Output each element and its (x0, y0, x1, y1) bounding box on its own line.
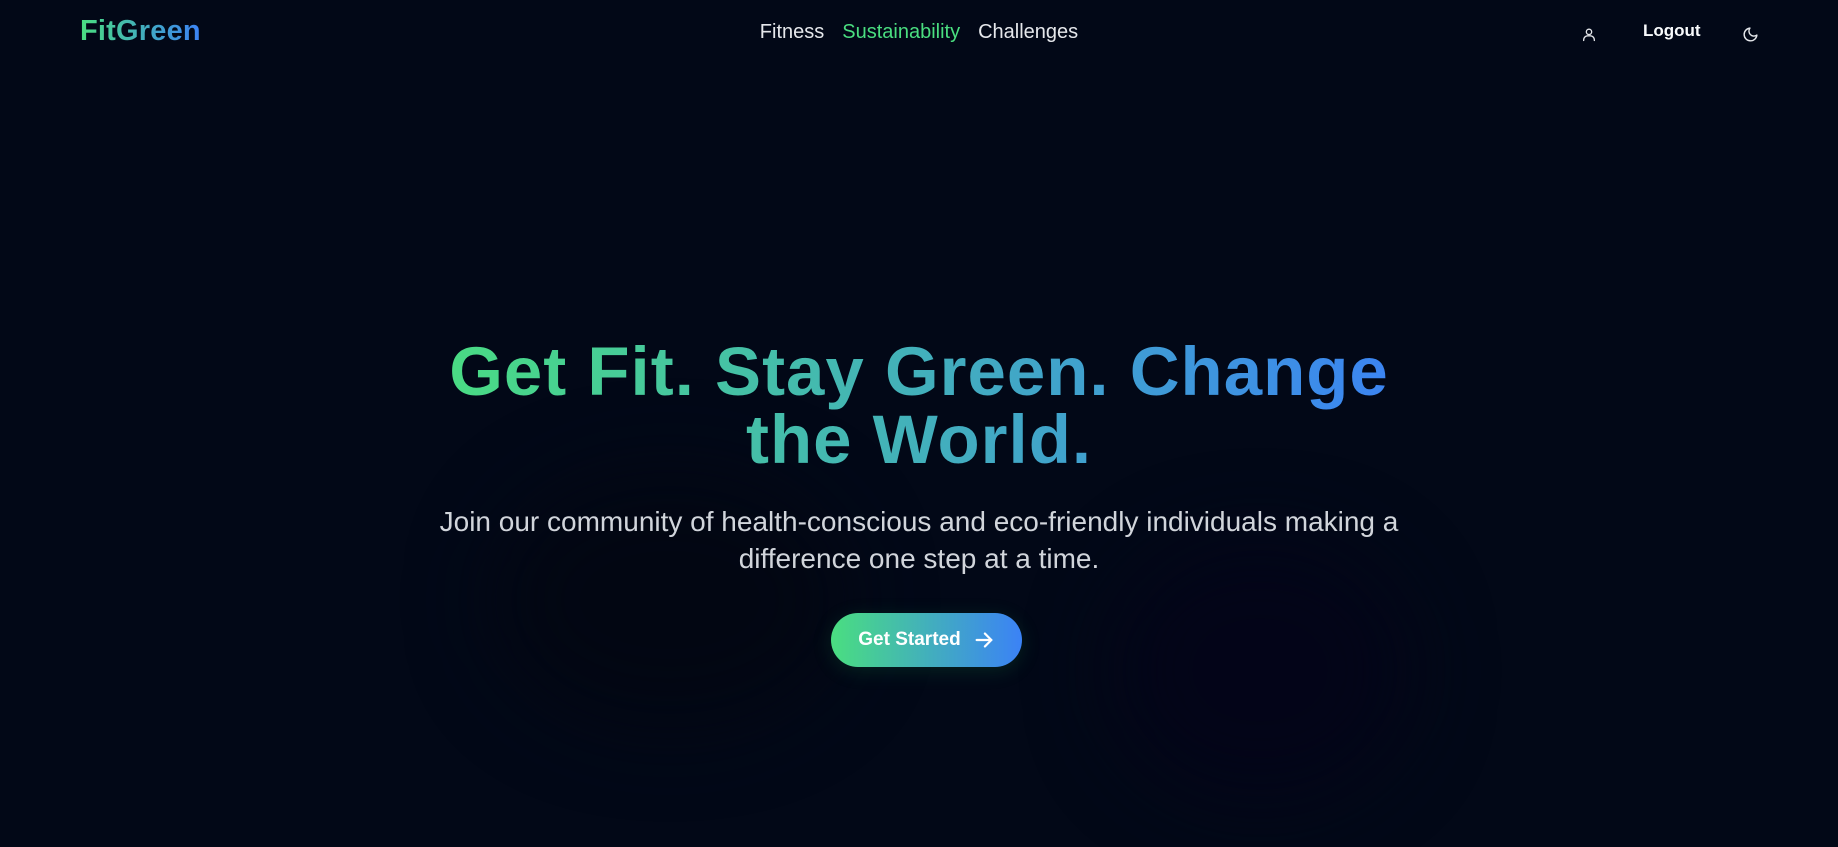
arrow-right-icon (975, 632, 993, 648)
theme-toggle-button[interactable] (1737, 22, 1763, 46)
get-started-button[interactable]: Get Started (831, 613, 1022, 667)
logout-button[interactable]: Logout (1643, 21, 1701, 41)
nav-link-challenges[interactable]: Challenges (978, 21, 1078, 44)
get-started-label: Get Started (858, 629, 961, 650)
user-icon (1583, 28, 1595, 41)
moon-icon (1743, 26, 1758, 41)
hero-title: Get Fit. Stay Green. Change the World. (419, 337, 1419, 474)
hero-subtitle: Join our community of health-conscious a… (439, 506, 1399, 574)
main-nav: Fitness Sustainability Challenges (0, 21, 1838, 44)
nav-link-fitness[interactable]: Fitness (760, 21, 824, 44)
background-glow (1110, 540, 1410, 800)
profile-button[interactable] (1576, 22, 1602, 46)
nav-link-sustainability[interactable]: Sustainability (842, 21, 960, 44)
top-navbar: FitGreen Fitness Sustainability Challeng… (0, 0, 1838, 66)
